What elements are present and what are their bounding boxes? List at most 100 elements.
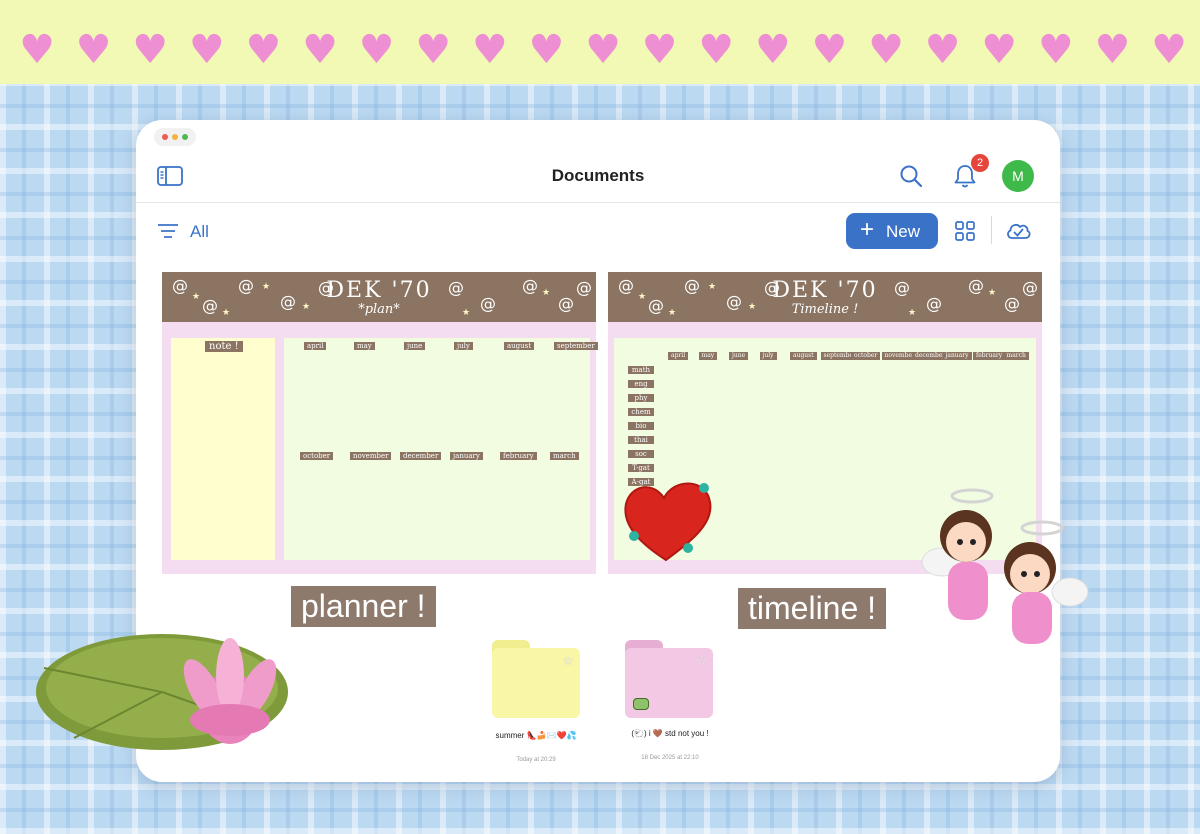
heart-icon: ♥ [1151,27,1187,73]
swirl-icon: @ [684,276,700,295]
month-label: august [790,352,817,360]
swirl-icon: @ [576,278,592,297]
avatar[interactable]: M [1002,160,1034,192]
favorite-star-icon[interactable]: ☆ [695,654,707,669]
swirl-icon: @ [926,294,942,313]
month-label: january [942,352,972,360]
timeline-header: DEK '70 Timeline ! @ @ @ @ @ @ @ @ @ @ ★ ★ ★ ★ ★ ★ [608,272,1042,322]
swirl-icon: @ [894,278,910,297]
folder-date: Today at 20:29 [516,757,556,763]
heart-icon: ♥ [245,27,282,73]
swirl-icon: @ [558,294,574,313]
glitter-heart-sticker [624,482,712,562]
planner-header: DEK '70 *plan* @ @ @ @ @ @ @ @ @ @ ★ ★ ★ ★ ★ ★ [162,272,596,322]
heart-icon: ♥ [358,27,395,73]
folder-date: 18 Dec 2025 at 22:10 [641,755,699,761]
heart-icon: ♥ [754,27,791,73]
month-label: march [550,452,579,460]
swirl-icon: @ [202,296,218,315]
month-label: june [404,342,426,350]
cloud-sync-icon[interactable] [1004,218,1032,244]
heart-icon: ♥ [75,27,112,73]
scalloped-edge [0,70,1200,98]
subject-label: T-gat [628,464,654,472]
star-icon: ★ [908,308,917,318]
subject-label: soc [628,450,654,458]
star-icon: ★ [192,292,201,302]
planner-document-thumbnail[interactable]: DEK '70 *plan* @ @ @ @ @ @ @ @ @ @ ★ ★ ★ ★ ★ ★ note ! a… [162,272,598,574]
month-label: november [350,452,392,460]
swirl-icon: @ [618,276,634,295]
subject-label: eng [628,380,654,388]
plus-icon: + [860,216,875,243]
subject-label: math [628,366,654,374]
planner-caption: planner ! [291,586,436,627]
month-label: may [698,352,718,360]
filter-all-label[interactable]: All [190,222,209,242]
heart-icon: ♥ [924,27,961,73]
month-label: march [1003,352,1029,360]
folder-std[interactable]: ☆ [625,640,713,718]
swirl-icon: @ [238,276,254,295]
folder-name: (🐑) i 🤎 std not you ! [631,729,709,738]
folder-summer[interactable]: ☆ [492,640,580,718]
star-icon: ★ [262,282,271,292]
search-icon[interactable] [898,163,924,189]
favorite-star-icon[interactable]: ☆ [562,654,574,669]
star-icon: ★ [988,288,997,298]
heart-icon: ♥ [641,27,678,73]
angel-twins-sticker [921,488,1089,644]
month-label: january [450,452,483,460]
note-label: note ! [205,341,243,352]
month-label: april [668,352,689,360]
month-label: june [729,352,749,360]
top-bar: Documents 2 M [136,150,1060,203]
month-label: february [973,352,1006,360]
star-icon: ★ [222,308,231,318]
heart-icon: ♥ [811,27,848,73]
note-column: note ! [171,338,275,560]
window-controls[interactable] [154,128,196,146]
swirl-icon: @ [280,292,296,311]
sticker-icon [633,698,649,710]
filter-icon[interactable] [156,220,180,242]
month-label: september [554,342,598,350]
swirl-icon: @ [522,276,538,295]
star-icon: ★ [302,302,311,312]
grid-view-icon[interactable] [954,220,976,242]
heart-icon: ♥ [981,27,1018,73]
planner-months-panel: april may june july august september october no… [284,338,598,560]
toolbar-divider [991,216,992,244]
folder-name: summer 👠🍰✉️❤️💦 [495,731,577,740]
notification-badge: 2 [971,154,989,172]
heart-icon: ♥ [415,27,452,73]
swirl-icon: @ [172,276,188,295]
new-button[interactable]: + New [846,213,938,249]
month-label: october [851,352,881,360]
swirl-icon: @ [1022,278,1038,297]
subject-label: thai [628,436,654,444]
star-icon: ★ [668,308,677,318]
heart-icon: ♥ [471,27,508,73]
month-label: december [400,452,442,460]
swirl-icon: @ [648,296,664,315]
month-label: july [759,352,777,360]
close-dot-icon[interactable] [162,134,168,140]
month-label: july [454,342,473,350]
swirl-icon: @ [1004,294,1020,313]
subject-label: chem [628,408,654,416]
minimize-dot-icon[interactable] [172,134,178,140]
zoom-dot-icon[interactable] [182,134,188,140]
month-label: august [504,342,535,350]
heart-icon: ♥ [698,27,735,73]
heart-icon: ♥ [1094,27,1131,73]
heart-icon: ♥ [528,27,565,73]
swirl-icon: @ [318,278,334,297]
swirl-icon: @ [480,294,496,313]
heart-icon: ♥ [302,27,338,73]
month-label: february [500,452,537,460]
month-label: april [304,342,327,350]
heart-icon: ♥ [19,27,55,73]
timeline-caption: timeline ! [738,588,887,629]
star-icon: ★ [542,288,551,298]
